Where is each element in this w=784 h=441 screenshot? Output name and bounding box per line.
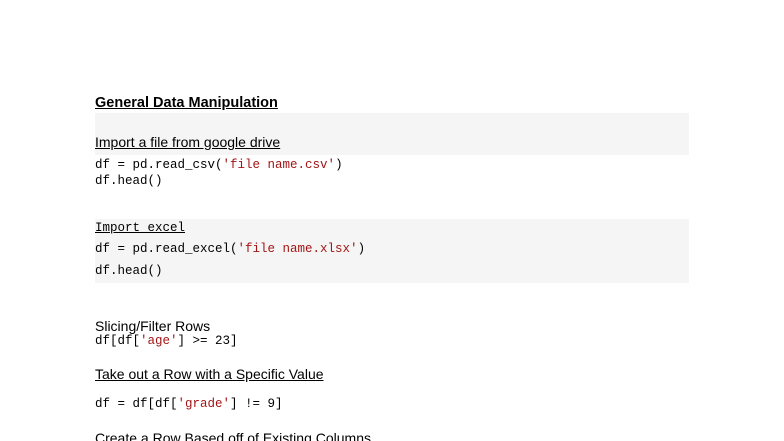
section-title-remove-row: Take out a Row with a Specific Value — [95, 366, 324, 382]
code-line: df.head() — [95, 174, 163, 188]
code-text: ) — [335, 158, 343, 172]
code-string: 'age' — [140, 334, 178, 348]
code-line: df[df['age'] >= 23] — [95, 334, 238, 348]
code-line: df = pd.read_excel('file name.xlsx') — [95, 242, 365, 256]
code-line: df = df[df['grade'] != 9] — [95, 397, 283, 411]
document-page: General Data Manipulation Import a file … — [0, 0, 784, 441]
code-string: 'grade' — [177, 397, 231, 411]
code-text: df = df[df[ — [95, 397, 178, 411]
code-text: ] != 9] — [230, 397, 283, 411]
section-title-slicing: Slicing/Filter Rows — [95, 318, 211, 334]
code-text: df = pd.read_excel( — [95, 242, 238, 256]
code-text: ) — [357, 242, 366, 256]
code-line: df.head() — [95, 264, 163, 278]
code-text: df[df[ — [95, 334, 141, 348]
section-title-import-excel: Import excel — [95, 221, 186, 235]
code-string: 'file name.csv' — [222, 158, 336, 172]
code-text: ] >= 23] — [177, 334, 238, 348]
code-text: df = pd.read_csv( — [95, 158, 223, 172]
code-string: 'file name.xlsx' — [237, 242, 358, 256]
section-title-import-drive: Import a file from google drive — [95, 134, 281, 150]
section-title-create-row: Create a Row Based off of Existing Colum… — [95, 430, 371, 441]
code-line: df = pd.read_csv('file name.csv') — [95, 158, 343, 172]
page-title: General Data Manipulation — [95, 95, 278, 111]
